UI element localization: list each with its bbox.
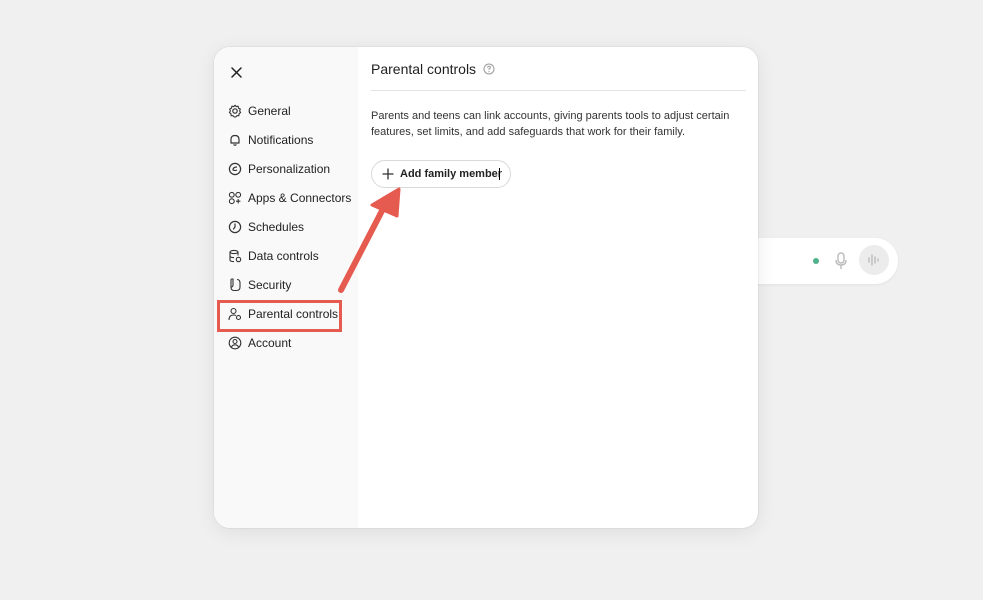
description-text: Parents and teens can link accounts, giv… [371, 110, 730, 138]
sidebar-item-personalization[interactable]: Personalization [214, 154, 358, 183]
close-button[interactable] [228, 64, 244, 80]
content-header: Parental controls [371, 47, 746, 91]
clock-icon [228, 220, 242, 234]
sidebar-item-label: General [248, 103, 291, 118]
voice-mode-button[interactable] [859, 245, 889, 275]
sidebar-item-label: Schedules [248, 219, 305, 234]
sidebar-item-general[interactable]: General [214, 96, 358, 125]
sidebar-item-security[interactable]: Security [214, 270, 358, 299]
text-cursor [499, 168, 501, 180]
page-title: Parental controls [371, 60, 477, 77]
sidebar-item-label: Apps & Connectors [248, 190, 352, 205]
microphone-icon[interactable] [834, 252, 848, 270]
help-icon[interactable] [483, 63, 495, 75]
add-family-member-label: Add family member [400, 168, 503, 180]
add-family-member-button[interactable]: Add family member [371, 160, 512, 188]
sidebar-item-apps-connectors[interactable]: Apps & Connectors [214, 183, 358, 212]
close-icon [230, 66, 242, 78]
personalization-icon [228, 162, 242, 176]
settings-sidebar: General Notifications Personalization Ap… [214, 47, 358, 528]
waveform-icon [868, 254, 879, 266]
sidebar-item-label: Notifications [248, 132, 314, 147]
sidebar-item-data-controls[interactable]: Data controls [214, 241, 358, 270]
sidebar-item-label: Personalization [248, 161, 331, 176]
sidebar-item-label: Security [248, 277, 292, 292]
sidebar-item-parental-controls[interactable]: Parental controls [214, 299, 358, 332]
sidebar-item-account[interactable]: Account [214, 328, 358, 357]
settings-nav: General Notifications Personalization Ap… [214, 96, 358, 357]
apps-icon [228, 191, 242, 205]
shield-icon [228, 277, 242, 292]
status-dot [813, 258, 819, 264]
sidebar-item-label: Data controls [248, 248, 319, 263]
bell-icon [228, 133, 242, 147]
database-icon [228, 249, 242, 263]
sidebar-item-label: Account [248, 335, 292, 350]
account-icon [228, 336, 242, 350]
gear-icon [228, 104, 242, 118]
plus-icon [382, 168, 394, 180]
settings-modal: General Notifications Personalization Ap… [214, 47, 758, 528]
settings-content: Parental controls Parents and teens can … [371, 47, 746, 188]
sidebar-item-schedules[interactable]: Schedules [214, 212, 358, 241]
sidebar-item-notifications[interactable]: Notifications [214, 125, 358, 154]
